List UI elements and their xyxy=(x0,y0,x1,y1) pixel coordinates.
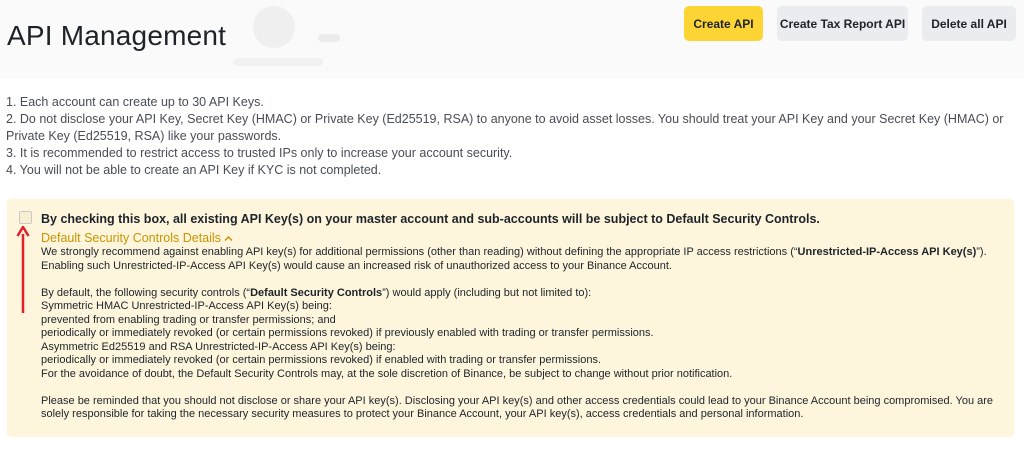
note-item: 1. Each account can create up to 30 API … xyxy=(6,95,264,109)
note-item: 2. Do not disclose your API Key, Secret … xyxy=(6,112,1004,143)
chevron-up-icon xyxy=(224,235,233,242)
details-line: periodically or immediately revoked (or … xyxy=(41,354,602,366)
details-line: For the avoidance of doubt, the Default … xyxy=(41,367,733,380)
note-item: 4. You will not be able to create an API… xyxy=(6,163,382,177)
details-line: periodically or immediately revoked (or … xyxy=(41,327,654,339)
faint-avatar-placeholder xyxy=(253,6,295,48)
security-controls-details: We strongly recommend against enabling A… xyxy=(41,246,1006,422)
default-security-controls-checkbox[interactable] xyxy=(19,211,32,224)
create-api-button[interactable]: Create API xyxy=(684,6,763,41)
page-header: API Management Create API Create Tax Rep… xyxy=(0,0,1024,78)
details-link-label: Default Security Controls Details xyxy=(41,231,221,245)
details-line: prevented from enabling trading or trans… xyxy=(41,313,336,326)
details-paragraph: By default, the following security contr… xyxy=(41,286,592,299)
reminder-paragraph: Please be reminded that you should not d… xyxy=(41,394,994,421)
api-notes-list: 1. Each account can create up to 30 API … xyxy=(6,94,1016,179)
delete-all-api-button[interactable]: Delete all API xyxy=(922,6,1016,41)
default-security-controls-details-toggle[interactable]: Default Security Controls Details xyxy=(41,231,233,245)
details-paragraph: We strongly recommend against enabling A… xyxy=(41,246,987,272)
create-tax-report-api-button[interactable]: Create Tax Report API xyxy=(777,6,908,41)
checkbox-label[interactable]: By checking this box, all existing API K… xyxy=(41,212,1011,226)
page-title: API Management xyxy=(7,20,227,51)
faint-decoration xyxy=(318,34,340,42)
details-line: Asymmetric Ed25519 and RSA Unrestricted-… xyxy=(41,340,396,353)
faint-decoration-bar xyxy=(233,58,323,66)
details-line: Symmetric HMAC Unrestricted-IP-Access AP… xyxy=(41,300,332,312)
note-item: 3. It is recommended to restrict access … xyxy=(6,146,513,160)
red-arrow-up-icon xyxy=(16,226,30,313)
